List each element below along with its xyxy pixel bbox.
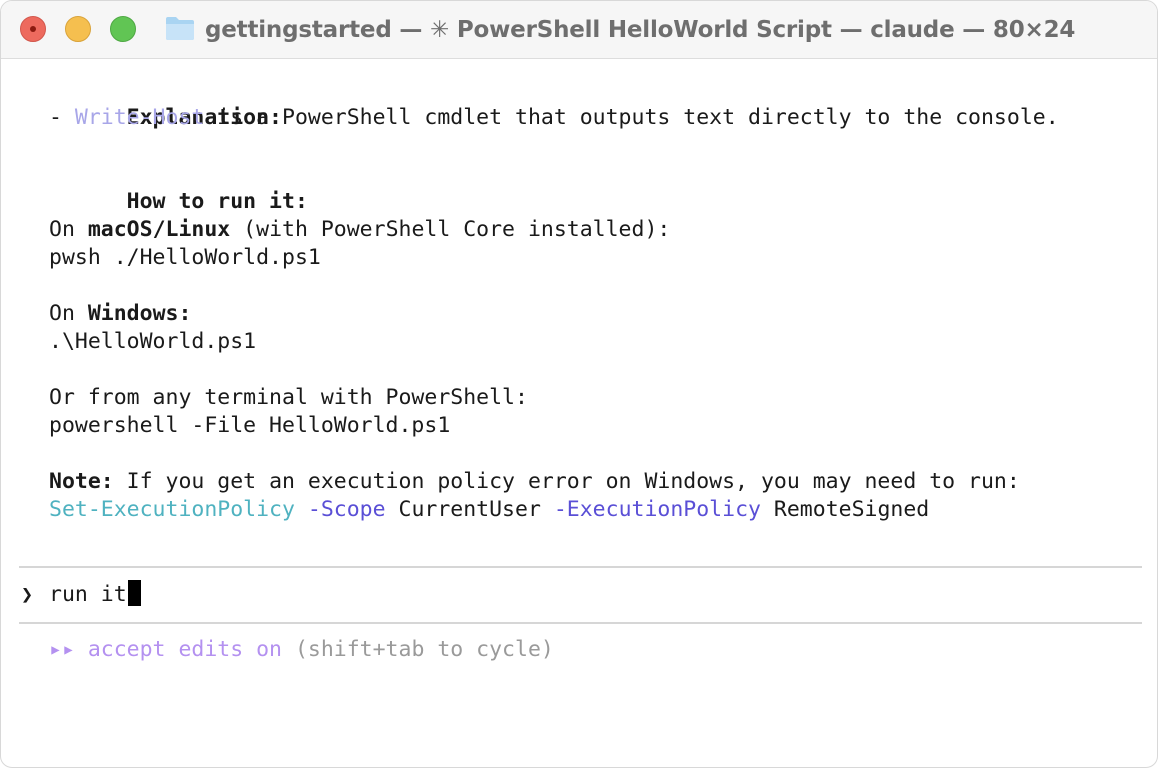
close-button[interactable] <box>20 16 46 42</box>
windows-label: Windows: <box>87 301 192 326</box>
title-bar[interactable]: gettingstarted — ✳ PowerShell HelloWorld… <box>1 1 1157 59</box>
mac-prefix: On <box>49 217 88 242</box>
window-title: gettingstarted — ✳ PowerShell HelloWorld… <box>205 17 1076 43</box>
close-dot-icon <box>30 26 36 32</box>
mac-rest: (with PowerShell Core installed): <box>230 217 671 242</box>
folder-icon <box>166 17 194 40</box>
divider-bottom <box>19 622 1142 624</box>
scope-value: CurrentUser <box>385 497 541 522</box>
terminal-window: gettingstarted — ✳ PowerShell HelloWorld… <box>0 0 1158 768</box>
terminal-content[interactable]: Explanation: - Write-Host is a PowerShel… <box>1 59 1157 767</box>
prompt-input-value[interactable]: run it <box>49 582 127 607</box>
bullet-dash: - <box>49 105 75 130</box>
explanation-heading: Explanation: <box>49 76 282 130</box>
prompt-chevron-icon: ❯ <box>21 582 34 606</box>
win-prefix: On <box>49 301 88 326</box>
mode-status[interactable]: ▸▸ accept edits on (shift+tab to cycle) <box>49 636 554 664</box>
inline-code: Write-Host <box>74 105 205 130</box>
mac-os-label: macOS/Linux <box>87 217 231 242</box>
cmdlet-name: Set-ExecutionPolicy <box>49 497 295 522</box>
any-terminal-command: powershell -File HelloWorld.ps1 <box>49 413 451 438</box>
mac-command: pwsh ./HelloWorld.ps1 <box>49 245 321 270</box>
policy-command: Set-ExecutionPolicy -Scope CurrentUser -… <box>49 496 929 524</box>
heading-text: How to run it: <box>126 189 308 214</box>
divider-top <box>19 566 1142 568</box>
mode-arrows-icon: ▸▸ <box>49 637 75 662</box>
windows-command: .\HelloWorld.ps1 <box>49 329 257 354</box>
execution-policy-flag: -ExecutionPolicy <box>540 497 761 522</box>
note-label: Note: <box>49 469 114 494</box>
explanation-line: - Write-Host is a PowerShell cmdlet that… <box>49 104 1059 132</box>
note-text: If you get an execution policy error on … <box>113 469 1020 494</box>
zoom-button[interactable] <box>110 16 136 42</box>
scope-flag: -Scope <box>294 497 386 522</box>
mode-label: accept edits on <box>74 637 282 662</box>
text-cursor <box>127 580 141 606</box>
prompt-input[interactable]: run it <box>49 580 141 608</box>
howto-heading: How to run it: <box>49 160 308 214</box>
windows-instructions: On Windows: <box>49 300 191 328</box>
note-line: Note: If you get an execution policy err… <box>49 468 1020 496</box>
any-terminal-text: Or from any terminal with PowerShell: <box>49 385 528 410</box>
explanation-text: is a PowerShell cmdlet that outputs text… <box>204 105 1059 130</box>
mac-instructions: On macOS/Linux (with PowerShell Core ins… <box>49 216 670 244</box>
execution-policy-value: RemoteSigned <box>760 497 930 522</box>
minimize-button[interactable] <box>65 16 91 42</box>
mode-hint: (shift+tab to cycle) <box>282 637 554 662</box>
